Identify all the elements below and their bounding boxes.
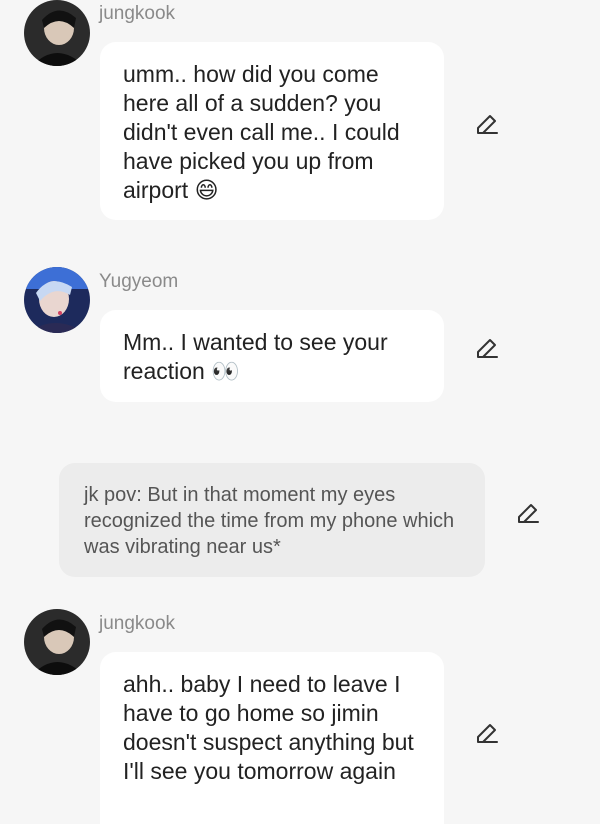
- message-text: umm.. how did you come here all of a sud…: [123, 61, 400, 203]
- grinning-emoji: 😄: [194, 178, 219, 204]
- narration-text: jk pov: But in that moment my eyes recog…: [84, 484, 455, 558]
- narration-bubble: jk pov: But in that moment my eyes recog…: [59, 463, 485, 577]
- message-text: Mm.. I wanted to see your reaction: [123, 329, 388, 384]
- edit-pencil-icon[interactable]: [474, 720, 500, 746]
- sender-name: jungkook: [99, 3, 176, 24]
- sender-name: jungkook: [99, 613, 176, 634]
- message-bubble: ahh.. baby I need to leave I have to go …: [100, 652, 444, 824]
- yugyeom-avatar[interactable]: [24, 267, 90, 333]
- message-bubble: Mm.. I wanted to see your reaction 👀: [100, 310, 444, 402]
- edit-pencil-icon[interactable]: [515, 500, 541, 526]
- message-bubble: umm.. how did you come here all of a sud…: [100, 42, 444, 220]
- sender-name: Yugyeom: [99, 271, 179, 292]
- edit-pencil-icon[interactable]: [474, 111, 500, 137]
- edit-pencil-icon[interactable]: [474, 335, 500, 361]
- eyes-emoji: 👀: [211, 359, 240, 385]
- message-text: ahh.. baby I need to leave I have to go …: [123, 671, 414, 784]
- jungkook-avatar[interactable]: [24, 0, 90, 66]
- jungkook-avatar[interactable]: [24, 609, 90, 675]
